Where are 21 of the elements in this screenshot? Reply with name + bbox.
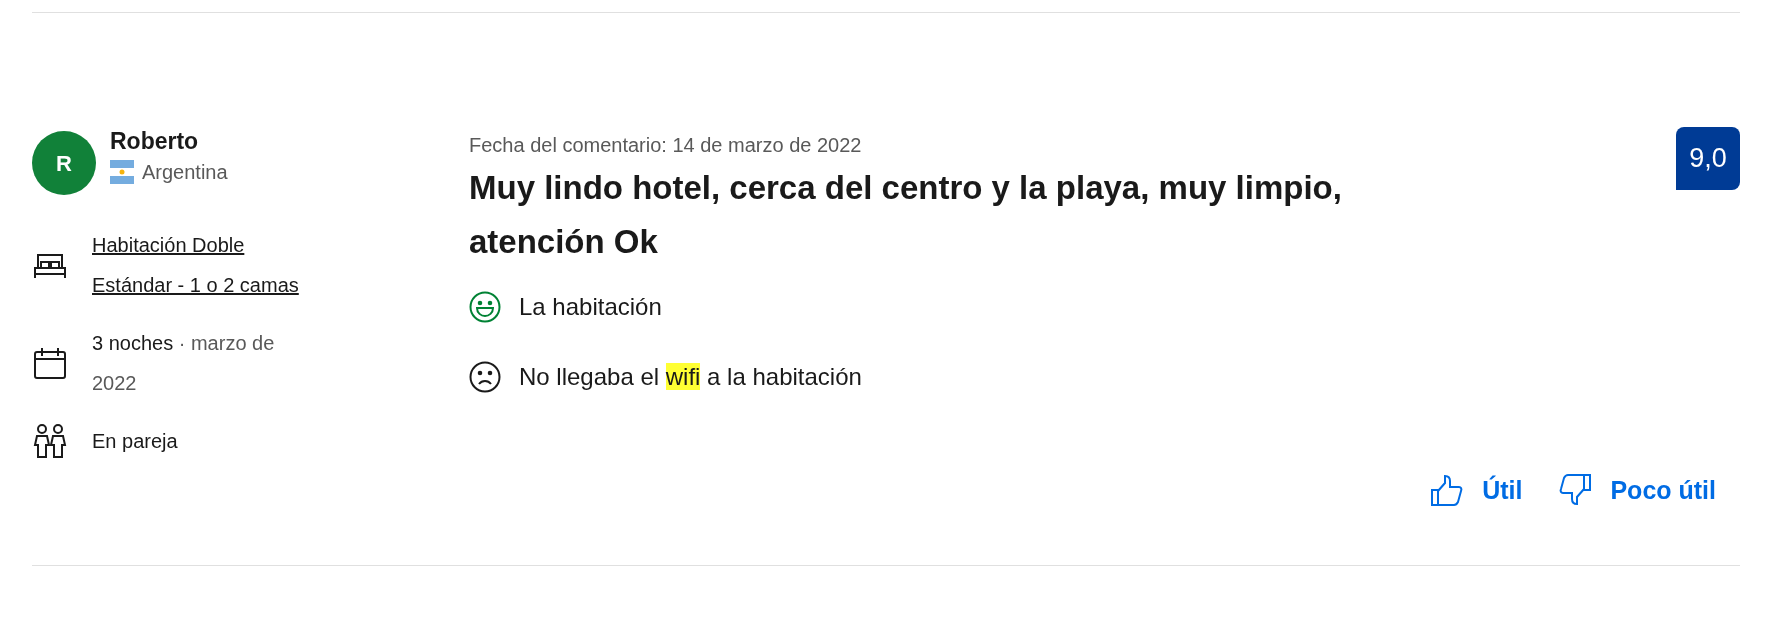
calendar-icon	[33, 346, 67, 380]
reviewer-name: Roberto	[110, 127, 200, 156]
room-link[interactable]: Habitación Doble Estándar - 1 o 2 camas	[92, 225, 320, 305]
traveler-type: En pareja	[92, 429, 179, 454]
thumbs-up-icon	[1430, 473, 1465, 508]
sad-face-icon	[469, 361, 501, 393]
not-helpful-button[interactable]: Poco útil	[1558, 471, 1716, 509]
avatar: R	[32, 131, 96, 195]
helpful-button[interactable]: Útil	[1430, 471, 1523, 509]
bed-icon	[33, 251, 67, 279]
flag-icon	[110, 160, 134, 184]
negative-comment: No llegaba el wifi a la habitación	[519, 362, 862, 392]
review-title: Muy lindo hotel, cerca del centro y la playa, muy limpio, atención Ok	[469, 168, 1343, 262]
score-badge: 9,0	[1676, 127, 1740, 190]
review-date: Fecha del comentario: 14 de marzo de 2022	[469, 133, 863, 158]
people-icon	[33, 424, 67, 458]
reviewer-country: Argentina	[142, 160, 228, 185]
positive-comment: La habitación	[519, 292, 662, 322]
thumbs-down-icon	[1558, 473, 1593, 508]
stay-dates: 3 noches · marzo de 2022	[92, 331, 276, 396]
smiley-icon	[469, 291, 501, 323]
